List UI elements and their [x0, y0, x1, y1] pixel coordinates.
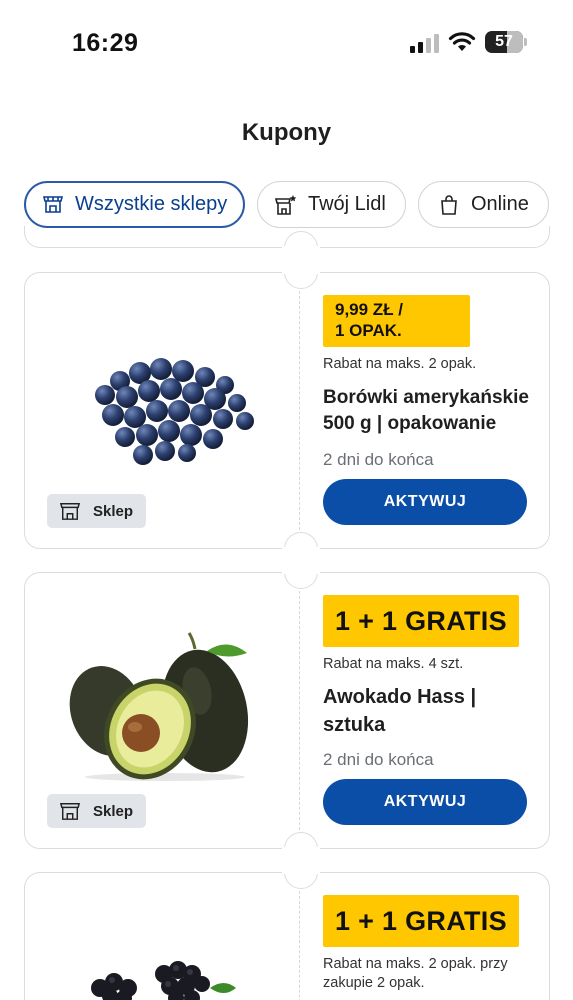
signal-icon — [410, 34, 439, 53]
store-badge: Sklep — [47, 794, 146, 828]
filter-online-label: Online — [471, 193, 529, 215]
coupon-card[interactable]: Sklep 9,99 ZŁ / 1 OPAK. Rabat na maks. 2… — [24, 270, 550, 551]
store-icon — [42, 195, 64, 213]
status-bar: 16:29 57 — [0, 0, 573, 80]
coupon-card-previous — [24, 226, 550, 250]
limit-text: Rabat na maks. 2 opak. — [323, 356, 477, 372]
coupon-card[interactable]: Sklep 1 + 1 GRATIS Rabat na maks. 4 szt.… — [24, 570, 550, 851]
filter-your-lidl-label: Twój Lidl — [308, 193, 386, 215]
coupon-card[interactable]: 1 + 1 GRATIS Rabat na maks. 2 opak. przy… — [24, 870, 550, 1000]
days-left: 2 dni do końca — [323, 450, 434, 469]
store-icon — [59, 503, 81, 520]
battery-icon: 57 — [485, 31, 527, 53]
price-line-1: 9,99 ZŁ / — [335, 300, 404, 319]
price-line-2: 1 OPAK. — [335, 321, 402, 340]
filter-your-lidl[interactable]: Twój Lidl — [257, 181, 406, 228]
filter-all-stores-label: Wszystkie sklepy — [75, 193, 228, 215]
price-tag: 1 + 1 GRATIS — [323, 595, 519, 647]
avocado-image — [69, 632, 249, 781]
page-title: Kupony — [241, 119, 332, 146]
filter-chips: Wszystkie sklepy Twój Lidl Online — [24, 181, 564, 229]
price-tag: 1 + 1 GRATIS — [323, 895, 519, 947]
filter-all-stores[interactable]: Wszystkie sklepy — [24, 181, 245, 228]
days-left: 2 dni do końca — [323, 750, 434, 769]
shopping-bag-icon — [441, 194, 457, 215]
store-badge-label: Sklep — [93, 502, 134, 520]
limit-text: Rabat na maks. 2 opak. przy zakupie 2 op… — [323, 956, 508, 991]
activate-button[interactable]: AKTYWUJ — [323, 479, 527, 525]
product-name: Awokado Hass | sztuka — [323, 686, 477, 736]
store-badge-label: Sklep — [93, 802, 134, 820]
wifi-icon — [448, 32, 476, 51]
status-time: 16:29 — [72, 29, 139, 57]
battery-level: 57 — [495, 33, 513, 50]
store-star-icon — [274, 194, 297, 215]
limit-text: Rabat na maks. 4 szt. — [323, 656, 464, 672]
store-icon — [59, 803, 81, 820]
store-badge: Sklep — [47, 494, 146, 528]
activate-button[interactable]: AKTYWUJ — [323, 779, 527, 825]
filter-online[interactable]: Online — [418, 181, 549, 228]
blackberries-image — [91, 961, 236, 1000]
price-tag: 9,99 ZŁ / 1 OPAK. — [323, 295, 470, 347]
blueberries-image — [95, 358, 254, 465]
product-name: Borówki amerykańskie 500 g | opakowanie — [323, 387, 529, 434]
